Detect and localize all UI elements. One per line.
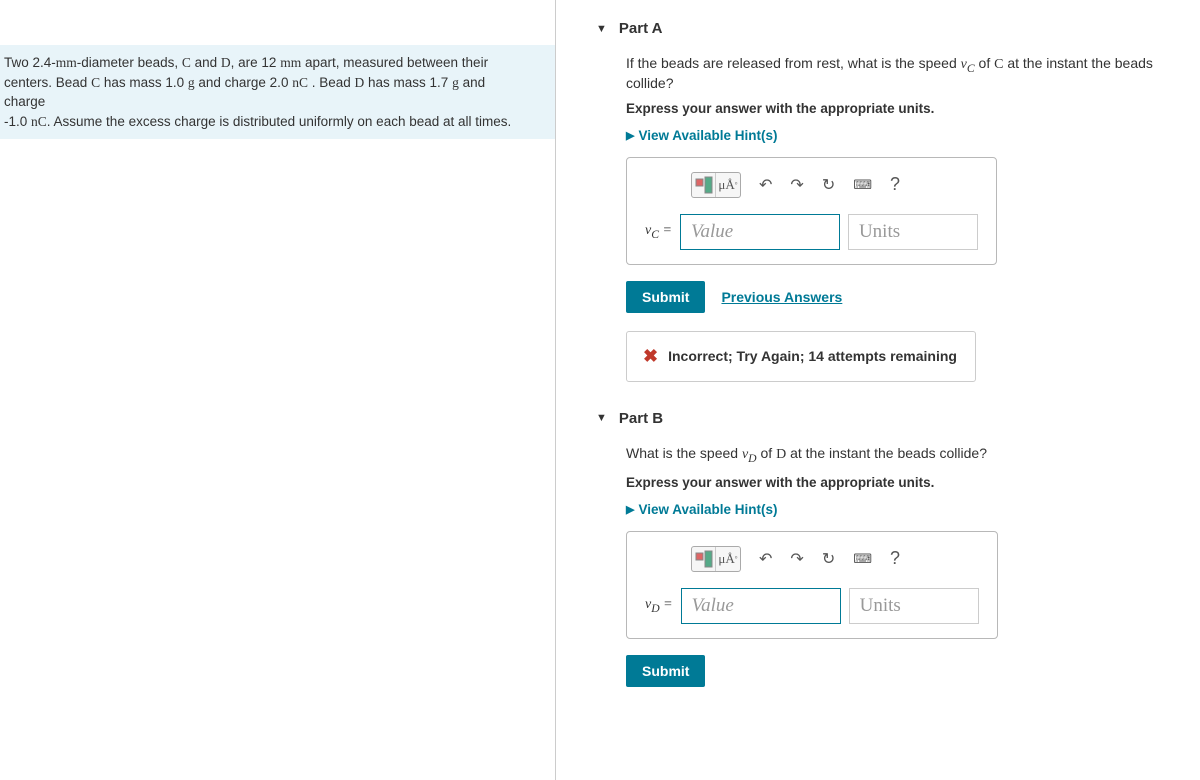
part-a-feedback-text: Incorrect; Try Again; 14 attempts remain… — [668, 348, 957, 364]
part-b-value-input[interactable]: Value — [681, 588, 841, 624]
problem-statement: Two 2.4-mm-diameter beads, C and D, are … — [0, 45, 555, 139]
part-b-units-input[interactable]: Units — [849, 588, 979, 624]
part-a-previous-answers-link[interactable]: Previous Answers — [721, 289, 842, 305]
unit-icon: μÅ° — [716, 547, 740, 571]
part-b-title: Part B — [619, 410, 663, 427]
part-b-question: What is the speed vD of D at the instant… — [626, 445, 1200, 465]
part-b-instruction: Express your answer with the appropriate… — [626, 475, 1200, 490]
part-a-answer-box: μÅ° ↶ ↷ ↻ ⌨ ? vC = Value Units — [626, 157, 997, 265]
unit-icon: μÅ° — [716, 173, 740, 197]
template-tool[interactable]: μÅ° — [691, 172, 741, 198]
part-a-var-label: vC = — [645, 223, 672, 241]
part-a-question: If the beads are released from rest, wha… — [626, 55, 1200, 91]
undo-icon[interactable]: ↶ — [759, 175, 772, 195]
redo-icon[interactable]: ↷ — [790, 549, 803, 569]
part-a-toolbar: μÅ° ↶ ↷ ↻ ⌨ ? — [645, 172, 978, 198]
chevron-down-icon: ▼ — [596, 412, 607, 424]
template-tool[interactable]: μÅ° — [691, 546, 741, 572]
reset-icon[interactable]: ↻ — [822, 175, 835, 195]
part-a-submit-button[interactable]: Submit — [626, 281, 705, 313]
part-a-value-input[interactable]: Value — [680, 214, 840, 250]
keyboard-icon[interactable]: ⌨ — [853, 551, 872, 567]
incorrect-x-icon: ✖ — [643, 346, 658, 367]
part-a-units-input[interactable]: Units — [848, 214, 978, 250]
part-a-title: Part A — [619, 20, 663, 37]
undo-icon[interactable]: ↶ — [759, 549, 772, 569]
part-b-toolbar: μÅ° ↶ ↷ ↻ ⌨ ? — [645, 546, 979, 572]
part-b-answer-box: μÅ° ↶ ↷ ↻ ⌨ ? vD = Value Units — [626, 531, 998, 639]
chevron-down-icon: ▼ — [596, 23, 607, 35]
help-icon[interactable]: ? — [890, 548, 900, 569]
part-a-hints-link[interactable]: View Available Hint(s) — [626, 128, 1200, 143]
part-a-header[interactable]: ▼ Part A — [596, 20, 1200, 37]
part-b-hints-link[interactable]: View Available Hint(s) — [626, 502, 1200, 517]
redo-icon[interactable]: ↷ — [790, 175, 803, 195]
help-icon[interactable]: ? — [890, 174, 900, 195]
part-a-feedback: ✖ Incorrect; Try Again; 14 attempts rema… — [626, 331, 976, 382]
fraction-icon — [693, 175, 715, 195]
part-a-instruction: Express your answer with the appropriate… — [626, 101, 1200, 116]
part-b-submit-button[interactable]: Submit — [626, 655, 705, 687]
keyboard-icon[interactable]: ⌨ — [853, 177, 872, 193]
part-b-header[interactable]: ▼ Part B — [596, 410, 1200, 427]
reset-icon[interactable]: ↻ — [822, 549, 835, 569]
fraction-icon — [693, 549, 715, 569]
part-b-var-label: vD = — [645, 597, 673, 615]
